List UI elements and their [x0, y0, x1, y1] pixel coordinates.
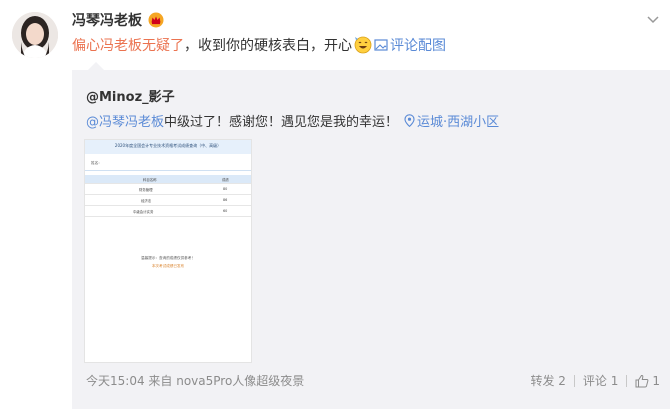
thumbs-up-icon — [635, 374, 649, 387]
score-notice: 温馨提示：查询的成绩仅供参考！ — [141, 256, 195, 260]
chevron-down-icon[interactable] — [644, 10, 662, 28]
action-divider — [573, 374, 575, 387]
weibo-post: 冯琴冯老板 偏心冯老板无疑了 ，收到你的硬核表白，开心 评论配图 @Minoz_… — [0, 0, 670, 409]
location-link[interactable]: 运城·西湖小区 — [404, 111, 499, 130]
retweet-text: @冯琴冯老板 中级过了！感谢您！遇见您是我的幸运！ 运城·西湖小区 — [86, 111, 499, 130]
retweet-caret — [88, 62, 104, 70]
row-divider — [85, 205, 251, 206]
location-pin-icon — [404, 114, 415, 127]
comment-image-link[interactable]: 评论配图 — [390, 35, 446, 55]
score-divider — [85, 170, 251, 171]
author-row: 冯琴冯老板 — [72, 10, 164, 30]
score-notice-2: 本次考试成绩已发布 — [151, 264, 185, 268]
retweet-body: 中级过了！感谢您！遇见您是我的幸运！ — [164, 115, 399, 130]
retweet-author[interactable]: @Minoz_影子 — [86, 86, 175, 105]
retweet-mention[interactable]: @冯琴冯老板 — [86, 111, 164, 130]
retweet-image[interactable]: 2020年度全国会计专业技术资格考试成绩查询（中、高级） 姓名： 科目名称 成绩… — [84, 139, 252, 363]
action-divider — [626, 374, 628, 387]
row-divider — [85, 183, 251, 184]
action-bar: 转发 2 评论 1 1 — [530, 372, 660, 389]
post-mention[interactable]: 偏心冯老板无疑了 — [72, 35, 184, 55]
happy-face-icon — [354, 36, 372, 54]
score-title: 2020年度全国会计专业技术资格考试成绩查询（中、高级） — [114, 143, 222, 148]
post-text: 偏心冯老板无疑了 ，收到你的硬核表白，开心 评论配图 — [72, 35, 446, 55]
author-name[interactable]: 冯琴冯老板 — [72, 10, 142, 30]
score-col-score: 成绩 — [222, 178, 229, 182]
avatar[interactable] — [12, 12, 58, 58]
vip-crown-icon[interactable] — [148, 12, 164, 28]
score-row-3-score: 60 — [223, 209, 228, 213]
score-col-subject: 科目名称 — [143, 178, 157, 182]
score-row-1-subject: 财务管理 — [139, 188, 153, 192]
post-meta: 今天15:04 来自 nova5Pro人像超级夜景 — [86, 374, 305, 388]
like-count: 1 — [652, 373, 660, 388]
row-divider — [85, 194, 251, 195]
row-divider — [85, 216, 251, 217]
score-row-3-subject: 中级会计实务 — [133, 210, 154, 214]
image-icon — [374, 39, 388, 51]
score-row-2-subject: 经济法 — [141, 199, 152, 203]
repost-button[interactable]: 转发 2 — [530, 372, 565, 389]
score-name-label: 姓名： — [91, 161, 102, 165]
score-row-1-score: 80 — [223, 187, 228, 191]
location-label: 运城·西湖小区 — [417, 115, 500, 130]
like-button[interactable]: 1 — [635, 374, 660, 388]
comment-button[interactable]: 评论 1 — [583, 372, 618, 389]
post-body: ，收到你的硬核表白，开心 — [184, 38, 352, 54]
score-row-2-score: 86 — [223, 198, 228, 202]
